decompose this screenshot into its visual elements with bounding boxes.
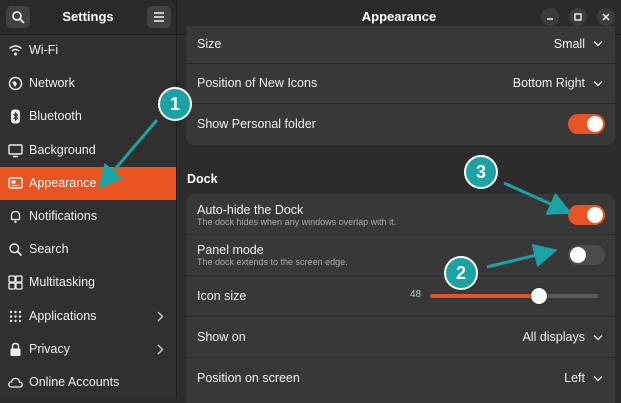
arrow-2 bbox=[486, 243, 558, 269]
arrow-3 bbox=[503, 181, 573, 215]
annotation-arrows bbox=[98, 119, 573, 269]
arrow-1 bbox=[98, 119, 159, 189]
annotation-badge-1: 1 bbox=[158, 87, 192, 121]
annotation-badge-3: 3 bbox=[464, 155, 498, 189]
annotation-badge-2: 2 bbox=[444, 256, 478, 290]
